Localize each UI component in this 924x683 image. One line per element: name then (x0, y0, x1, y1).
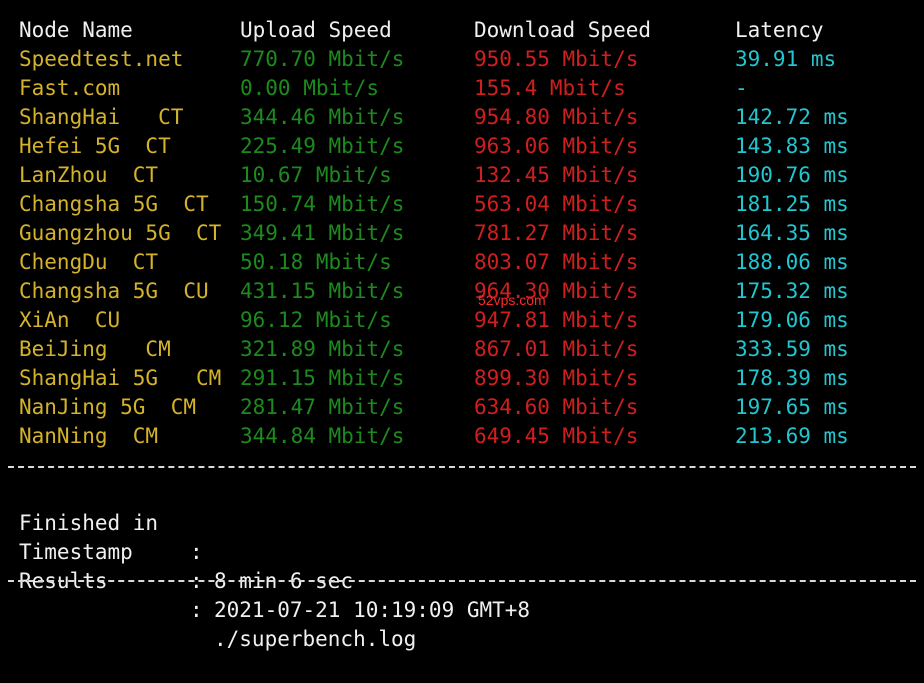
upload-speed: 0.00 Mbit/s (240, 76, 380, 100)
latency: 190.76 ms (735, 163, 849, 187)
node-name: Guangzhou 5G CT (19, 221, 222, 245)
table-row: Changsha 5G CT 150.74 Mbit/s 563.04 Mbit… (0, 190, 849, 219)
download-speed: 899.30 Mbit/s (474, 366, 639, 390)
latency: 197.65 ms (735, 395, 849, 419)
header-latency: Latency (735, 18, 824, 42)
upload-speed: 349.41 Mbit/s (240, 221, 405, 245)
latency: 181.25 ms (735, 192, 849, 216)
summary-timestamp: Timestamp : 2021-07-21 10:19:09 GMT+8 (0, 509, 924, 622)
separator-line (8, 580, 916, 582)
download-speed: 563.04 Mbit/s (474, 192, 639, 216)
download-speed: 132.45 Mbit/s (474, 163, 639, 187)
header-upload-speed: Upload Speed (240, 18, 392, 42)
latency: 333.59 ms (735, 337, 849, 361)
latency: 178.39 ms (735, 366, 849, 390)
header-node-name: Node Name (19, 18, 133, 42)
upload-speed: 150.74 Mbit/s (240, 192, 405, 216)
node-name: NanNing CM (19, 424, 159, 448)
upload-speed: 50.18 Mbit/s (240, 250, 392, 274)
download-speed: 947.81 Mbit/s (474, 308, 639, 332)
node-name: ShangHai 5G CM (19, 366, 222, 390)
latency: 179.06 ms (735, 308, 849, 332)
node-name: Changsha 5G CT (19, 192, 209, 216)
node-name: Hefei 5G CT (19, 134, 171, 158)
node-name: ShangHai CT (19, 105, 184, 129)
latency: 143.83 ms (735, 134, 849, 158)
table-row: ShangHai CT 344.46 Mbit/s 954.80 Mbit/s … (0, 103, 849, 132)
table-row: Changsha 5G CU 431.15 Mbit/s 964.30 Mbit… (0, 277, 849, 306)
node-name: LanZhou CT (19, 163, 159, 187)
separator-line (8, 466, 916, 468)
download-speed: 867.01 Mbit/s (474, 337, 639, 361)
latency: - (735, 76, 748, 100)
upload-speed: 321.89 Mbit/s (240, 337, 405, 361)
node-name: XiAn CU (19, 308, 121, 332)
node-name: Speedtest.net (19, 47, 184, 71)
watermark: 52vps.com (478, 292, 546, 308)
results-value: ./superbench.log (214, 627, 417, 651)
summary-results: Results : ./superbench.log (0, 538, 924, 651)
latency: 188.06 ms (735, 250, 849, 274)
download-speed: 155.4 Mbit/s (474, 76, 626, 100)
upload-speed: 431.15 Mbit/s (240, 279, 405, 303)
table-row: Guangzhou 5G CT 349.41 Mbit/s 781.27 Mbi… (0, 219, 849, 248)
table-header: Node Name Upload Speed Download Speed La… (0, 16, 824, 45)
latency: 39.91 ms (735, 47, 837, 71)
node-name: BeiJing CM (19, 337, 171, 361)
latency: 175.32 ms (735, 279, 849, 303)
table-row: BeiJing CM 321.89 Mbit/s 867.01 Mbit/s 3… (0, 335, 849, 364)
node-name: Changsha 5G CU (19, 279, 209, 303)
node-name: ChengDu CT (19, 250, 159, 274)
upload-speed: 344.46 Mbit/s (240, 105, 405, 129)
upload-speed: 281.47 Mbit/s (240, 395, 405, 419)
upload-speed: 225.49 Mbit/s (240, 134, 405, 158)
table-row: NanNing CM 344.84 Mbit/s 649.45 Mbit/s 2… (0, 422, 849, 451)
header-download-speed: Download Speed (474, 18, 652, 42)
terminal-window: Node Name Upload Speed Download Speed La… (0, 0, 924, 651)
upload-speed: 291.15 Mbit/s (240, 366, 405, 390)
upload-speed: 770.70 Mbit/s (240, 47, 405, 71)
download-speed: 950.55 Mbit/s (474, 47, 639, 71)
latency: 213.69 ms (735, 424, 849, 448)
node-name: NanJing 5G CM (19, 395, 197, 419)
upload-speed: 10.67 Mbit/s (240, 163, 392, 187)
table-row: Speedtest.net 770.70 Mbit/s 950.55 Mbit/… (0, 45, 836, 74)
download-speed: 963.06 Mbit/s (474, 134, 639, 158)
table-row: Fast.com 0.00 Mbit/s 155.4 Mbit/s - (0, 74, 748, 103)
table-row: XiAn CU 96.12 Mbit/s 947.81 Mbit/s 179.0… (0, 306, 849, 335)
table-row: ShangHai 5G CM 291.15 Mbit/s 899.30 Mbit… (0, 364, 849, 393)
download-speed: 803.07 Mbit/s (474, 250, 639, 274)
table-row: ChengDu CT 50.18 Mbit/s 803.07 Mbit/s 18… (0, 248, 849, 277)
latency: 164.35 ms (735, 221, 849, 245)
summary-finished: Finished in : 8 min 6 sec (0, 480, 924, 593)
latency: 142.72 ms (735, 105, 849, 129)
upload-speed: 96.12 Mbit/s (240, 308, 392, 332)
separator-colon: : (190, 598, 203, 622)
table-row: LanZhou CT 10.67 Mbit/s 132.45 Mbit/s 19… (0, 161, 849, 190)
node-name: Fast.com (19, 76, 121, 100)
download-speed: 954.80 Mbit/s (474, 105, 639, 129)
download-speed: 649.45 Mbit/s (474, 424, 639, 448)
timestamp-value: 2021-07-21 10:19:09 GMT+8 (214, 598, 531, 622)
download-speed: 634.60 Mbit/s (474, 395, 639, 419)
table-row: NanJing 5G CM 281.47 Mbit/s 634.60 Mbit/… (0, 393, 849, 422)
download-speed: 781.27 Mbit/s (474, 221, 639, 245)
table-row: Hefei 5G CT 225.49 Mbit/s 963.06 Mbit/s … (0, 132, 849, 161)
upload-speed: 344.84 Mbit/s (240, 424, 405, 448)
